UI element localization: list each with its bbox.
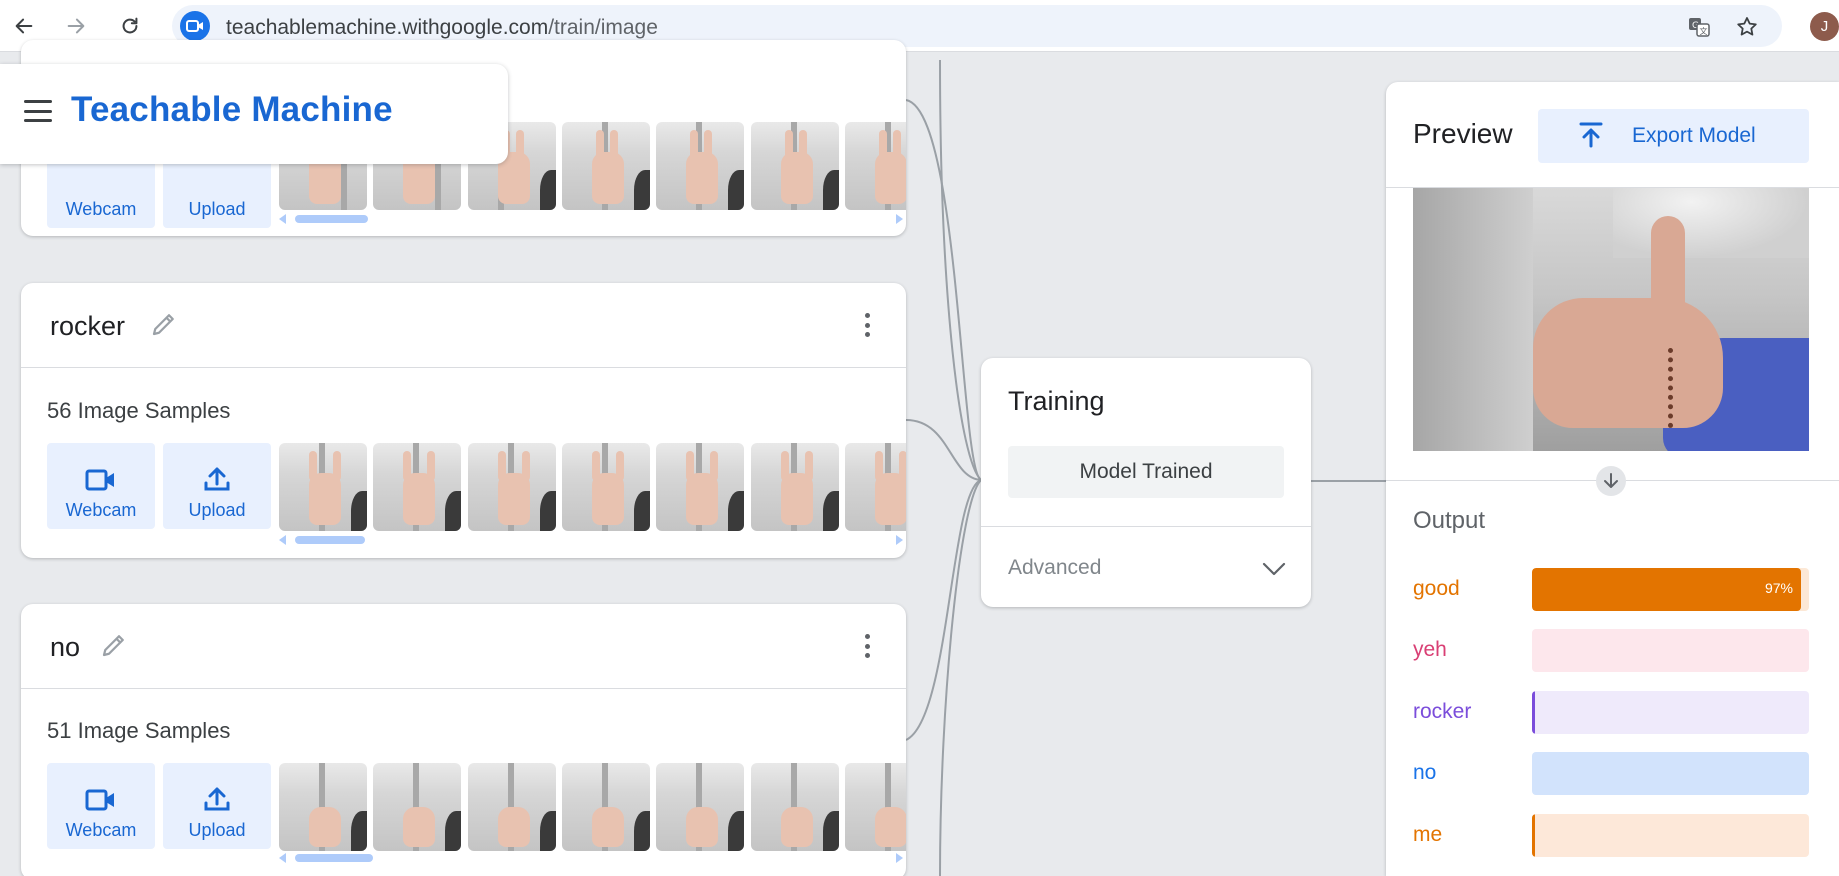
sample-thumbnail[interactable]	[751, 443, 839, 531]
sample-thumbnail[interactable]	[279, 763, 367, 851]
sample-thumbnail[interactable]	[468, 763, 556, 851]
webcam-button[interactable]: Webcam	[47, 443, 155, 529]
app-title[interactable]: Teachable Machine	[71, 90, 393, 130]
webcam-button[interactable]: Webcam	[47, 763, 155, 849]
sample-thumbnail[interactable]	[562, 443, 650, 531]
output-label: rocker	[1413, 700, 1472, 723]
scroll-left-arrow-icon[interactable]	[279, 853, 286, 863]
more-vert-icon[interactable]	[857, 630, 877, 662]
upload-label: Upload	[188, 500, 246, 520]
more-vert-icon[interactable]	[857, 309, 877, 341]
class-name[interactable]: no	[50, 632, 80, 663]
output-label: good	[1413, 577, 1460, 600]
thumbnail-scrollbar[interactable]	[279, 213, 906, 224]
output-row-yeh: yeh	[1413, 629, 1813, 672]
sample-thumbnail[interactable]	[373, 763, 461, 851]
scroll-right-arrow-icon[interactable]	[896, 214, 903, 224]
advanced-toggle[interactable]: Advanced	[1008, 556, 1101, 580]
sample-thumbnail[interactable]	[656, 763, 744, 851]
upload-icon	[204, 467, 230, 491]
sample-thumbnail[interactable]	[279, 443, 367, 531]
hamburger-menu-icon[interactable]	[24, 100, 52, 122]
class-card-no: no 51 Image Samples Webcam Upload	[21, 604, 906, 876]
output-row-me: me	[1413, 814, 1813, 857]
scrollbar-thumb[interactable]	[295, 536, 365, 544]
scroll-right-arrow-icon[interactable]	[896, 853, 903, 863]
sample-thumbnail[interactable]	[656, 443, 744, 531]
sample-thumbnails[interactable]	[279, 443, 906, 531]
upload-button[interactable]: Upload	[163, 443, 271, 529]
confidence-bar	[1532, 629, 1809, 672]
sample-count: 51 Image Samples	[47, 718, 231, 743]
scroll-left-arrow-icon[interactable]	[279, 535, 286, 545]
thumbnail-scrollbar[interactable]	[279, 534, 906, 545]
pencil-icon[interactable]	[149, 309, 179, 339]
output-label: me	[1413, 823, 1443, 846]
app-header: Teachable Machine	[0, 64, 508, 164]
output-label: yeh	[1413, 638, 1447, 661]
class-card-header: no	[21, 604, 906, 689]
confidence-bar	[1532, 814, 1809, 857]
sample-thumbnails[interactable]	[279, 763, 906, 851]
sample-thumbnail[interactable]	[468, 443, 556, 531]
class-card-rocker: rocker 56 Image Samples Webcam Upload	[21, 283, 906, 558]
sample-count: 56 Image Samples	[47, 398, 231, 423]
sample-thumbnail[interactable]	[751, 763, 839, 851]
confidence-percent: 97%	[1764, 580, 1793, 596]
scroll-left-arrow-icon[interactable]	[279, 214, 286, 224]
output-title: Output	[1413, 507, 1486, 534]
scroll-right-arrow-icon[interactable]	[896, 535, 903, 545]
training-title: Training	[1008, 386, 1105, 416]
class-name[interactable]: rocker	[50, 311, 125, 342]
confidence-bar	[1532, 752, 1809, 795]
sample-thumbnail[interactable]	[751, 122, 839, 210]
video-camera-icon	[85, 469, 114, 491]
sample-thumbnail[interactable]	[845, 122, 906, 210]
output-row-no: no	[1413, 752, 1813, 795]
class-card-header: rocker	[21, 283, 906, 368]
pencil-icon[interactable]	[99, 630, 129, 660]
sample-thumbnail[interactable]	[562, 122, 650, 210]
webcam-label: Webcam	[65, 500, 137, 520]
confidence-fill	[1532, 568, 1801, 611]
output-row-good: good 97%	[1413, 568, 1813, 611]
training-divider	[981, 526, 1311, 527]
confidence-bar	[1532, 691, 1809, 734]
chevron-down-icon[interactable]	[1259, 556, 1289, 580]
scrollbar-thumb[interactable]	[295, 215, 368, 223]
confidence-fill	[1532, 691, 1536, 734]
thumbnail-scrollbar[interactable]	[279, 852, 906, 863]
sample-thumbnail[interactable]	[373, 443, 461, 531]
output-row-rocker: rocker	[1413, 691, 1813, 734]
upload-label: Upload	[188, 199, 246, 219]
sample-thumbnail[interactable]	[562, 763, 650, 851]
sample-thumbnail[interactable]	[656, 122, 744, 210]
output-section: Output good 97% yeh rocker no me	[1386, 82, 1839, 876]
training-card: Training Model Trained Advanced	[981, 358, 1311, 607]
upload-icon	[204, 787, 230, 811]
upload-label: Upload	[188, 820, 246, 840]
webcam-label: Webcam	[65, 199, 137, 219]
train-model-button[interactable]: Model Trained	[1008, 446, 1284, 498]
output-label: no	[1413, 761, 1437, 784]
confidence-fill	[1532, 814, 1536, 857]
sample-thumbnail[interactable]	[845, 443, 906, 531]
webcam-label: Webcam	[65, 820, 137, 840]
video-camera-icon	[85, 789, 114, 811]
sample-thumbnail[interactable]	[845, 763, 906, 851]
confidence-bar: 97%	[1532, 568, 1809, 611]
scrollbar-thumb[interactable]	[295, 854, 373, 862]
upload-button[interactable]: Upload	[163, 763, 271, 849]
